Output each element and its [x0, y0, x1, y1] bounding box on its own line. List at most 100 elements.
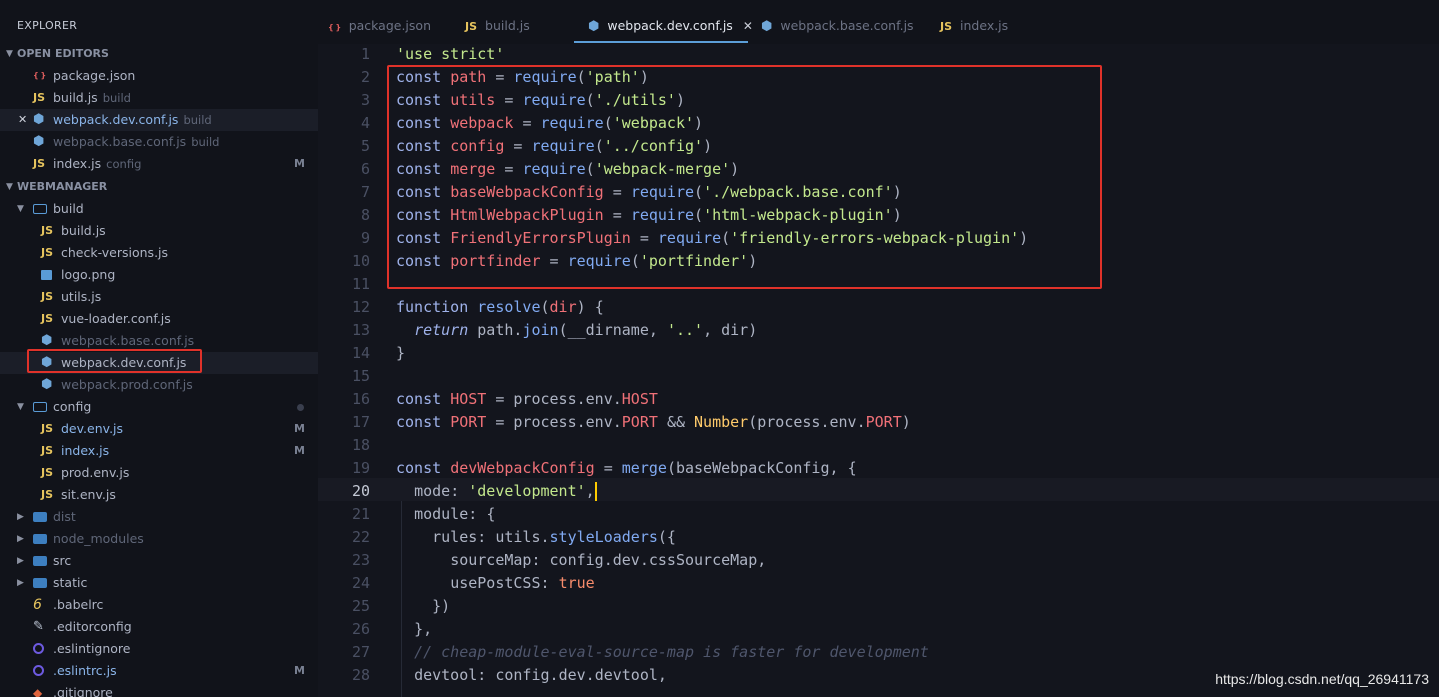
line-number: 9: [360, 229, 370, 247]
code-text: const HOST = process.env.HOST: [396, 390, 658, 408]
file-label: index.js config: [53, 156, 142, 171]
open-editor-item[interactable]: { } package.json: [0, 65, 318, 87]
chevron-right-icon: ▶: [17, 578, 24, 588]
line-number: 18: [351, 436, 370, 454]
close-icon[interactable]: ✕: [743, 19, 753, 33]
project-header[interactable]: ▼ WEBMANAGER: [0, 176, 318, 198]
editor-tab[interactable]: JS index.js: [940, 14, 1008, 38]
file-label: dist: [53, 509, 76, 524]
javascript-file-icon: JS: [41, 488, 54, 501]
image-file-icon: [41, 270, 52, 280]
line-number: 21: [351, 505, 370, 523]
code-text: const PORT = process.env.PORT && Number(…: [396, 413, 911, 431]
code-text: const devWebpackConfig = merge(baseWebpa…: [396, 459, 857, 477]
build-file-item[interactable]: JS vue-loader.conf.js: [0, 308, 318, 330]
line-number: 6: [360, 160, 370, 178]
build-file-item[interactable]: JS utils.js: [0, 286, 318, 308]
open-editor-item[interactable]: ⬢ webpack.base.conf.js build: [0, 131, 318, 153]
tab-label: build.js: [485, 18, 530, 33]
collapsed-folder-item[interactable]: ▶ node_modules: [0, 528, 318, 550]
open-editor-item[interactable]: ✕ ⬢ webpack.dev.conf.js build: [0, 109, 318, 131]
file-label: .eslintrc.js: [53, 663, 117, 678]
eslint-file-icon: [33, 665, 44, 676]
collapsed-folder-item[interactable]: ▶ static: [0, 572, 318, 594]
file-detail: build: [191, 135, 220, 149]
javascript-file-icon: JS: [41, 224, 54, 237]
folder-build[interactable]: ▼ build: [0, 198, 318, 220]
editor-tab[interactable]: ⬢ webpack.base.conf.js: [761, 14, 914, 38]
folder-icon: [33, 578, 47, 588]
line-number: 17: [351, 413, 370, 431]
code-annotation-box: [387, 65, 1102, 289]
code-text: // cheap-module-eval-source-map is faste…: [414, 643, 929, 661]
code-text: 'use strict': [396, 45, 505, 63]
line-number: 22: [351, 528, 370, 546]
code-text: }): [432, 597, 451, 615]
config-file-item[interactable]: JS dev.env.js M: [0, 418, 318, 440]
file-label: .eslintignore: [53, 641, 131, 656]
file-label: src: [53, 553, 72, 568]
file-label: vue-loader.conf.js: [61, 311, 171, 326]
chevron-down-icon: ▼: [17, 402, 24, 412]
javascript-file-icon: JS: [465, 20, 478, 33]
javascript-file-icon: JS: [33, 157, 46, 170]
collapsed-folder-item[interactable]: ▶ dist: [0, 506, 318, 528]
build-file-item[interactable]: ⬢ webpack.prod.conf.js: [0, 374, 318, 396]
git-file-icon: ◆: [33, 686, 43, 697]
tab-label: package.json: [348, 18, 431, 33]
line-number: 3: [360, 91, 370, 109]
root-file-item[interactable]: .eslintrc.js M: [0, 660, 318, 682]
open-editor-item[interactable]: JS build.js build: [0, 87, 318, 109]
code-text: function resolve(dir) {: [396, 298, 604, 316]
line-number: 4: [360, 114, 370, 132]
line-number: 16: [351, 390, 370, 408]
file-label: static: [53, 575, 88, 590]
root-file-item[interactable]: 6 .babelrc: [0, 594, 318, 616]
tab-label: webpack.dev.conf.js: [607, 18, 733, 33]
modified-dot: [297, 404, 304, 411]
file-label: .editorconfig: [53, 619, 132, 634]
config-file-item[interactable]: JS prod.env.js: [0, 462, 318, 484]
root-file-item[interactable]: .eslintignore: [0, 638, 318, 660]
close-icon[interactable]: ✕: [18, 109, 27, 131]
chevron-right-icon: ▶: [17, 556, 24, 566]
build-file-item[interactable]: JS check-versions.js: [0, 242, 318, 264]
folder-config[interactable]: ▼ config: [0, 396, 318, 418]
chevron-right-icon: ▶: [17, 512, 24, 522]
build-file-item[interactable]: JS build.js: [0, 220, 318, 242]
open-editors-header[interactable]: ▼ OPEN EDITORS: [0, 43, 318, 65]
editor-tab[interactable]: { } package.json: [328, 14, 431, 38]
file-label: build.js build: [53, 90, 131, 105]
file-label: utils.js: [61, 289, 102, 304]
code-editor[interactable]: 1'use strict' 2 const path = require('path…: [318, 44, 1439, 697]
open-editor-item[interactable]: JS index.js config M: [0, 153, 318, 175]
config-file-item[interactable]: JS sit.env.js: [0, 484, 318, 506]
chevron-right-icon: ▶: [17, 534, 24, 544]
editor-tab-bar: { } package.json JS build.js ⬢ webpack.dev.co…: [318, 0, 1439, 44]
build-file-item[interactable]: logo.png: [0, 264, 318, 286]
explorer-sidebar: EXPLORER ▼ OPEN EDITORS { } package.json J…: [0, 0, 318, 697]
root-file-item[interactable]: ◆ .gitignore: [0, 682, 318, 697]
active-tab-indicator: [574, 41, 748, 43]
collapsed-folder-item[interactable]: ▶ src: [0, 550, 318, 572]
webpack-file-icon: ⬢: [33, 134, 45, 149]
file-label: index.js: [61, 443, 110, 458]
editor-tab[interactable]: JS build.js: [465, 14, 530, 38]
line-number: 11: [351, 275, 370, 293]
config-file-item[interactable]: JS index.js M: [0, 440, 318, 462]
chevron-down-icon: ▼: [6, 182, 13, 192]
code-text: sourceMap: config.dev.cssSourceMap,: [450, 551, 767, 569]
git-status-badge: M: [294, 444, 305, 457]
json-file-icon: { }: [33, 71, 46, 80]
root-file-item[interactable]: ✎ .editorconfig: [0, 616, 318, 638]
code-text: module: {: [414, 505, 496, 523]
watermark: https://blog.csdn.net/qq_26941173: [1215, 671, 1429, 687]
eslint-file-icon: [33, 643, 44, 654]
file-label: sit.env.js: [61, 487, 116, 502]
file-label: package.json: [53, 68, 136, 83]
git-status-badge: M: [294, 157, 305, 170]
code-text: devtool: config.dev.devtool,: [414, 666, 667, 684]
file-detail: build: [183, 113, 212, 127]
line-number: 23: [351, 551, 370, 569]
editor-tab[interactable]: ⬢ webpack.dev.conf.js ✕: [588, 14, 753, 38]
